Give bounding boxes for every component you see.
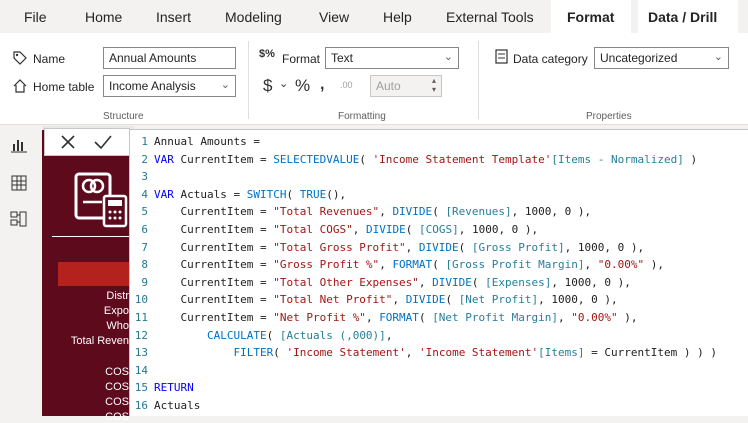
formula-bar-controls [44, 128, 130, 156]
chevron-down-icon: ⌄ [220, 79, 230, 91]
tab-external-tools[interactable]: External Tools [446, 0, 534, 33]
model-view-icon[interactable] [10, 210, 32, 232]
line-number: 3 [141, 170, 148, 184]
code-text: Annual Amounts = [154, 135, 260, 148]
line-number: 7 [141, 240, 148, 254]
format-select[interactable]: Text ⌄ [325, 47, 459, 69]
checkmark-icon[interactable] [93, 133, 113, 156]
row-label: Expo [103, 305, 129, 317]
data-category-icon [495, 49, 508, 67]
divider [52, 236, 134, 237]
row-label: Total Reven [70, 335, 129, 347]
chevron-down-icon: ⌄ [443, 51, 453, 63]
line-number: 10 [134, 293, 148, 307]
table-header [58, 262, 134, 286]
code-text: CurrentItem = "Total Other Expenses", DI… [154, 275, 631, 289]
tag-icon [12, 50, 28, 69]
code-text: VAR Actuals = SWITCH( TRUE(), [154, 187, 347, 201]
format-value: Text [331, 51, 354, 65]
row-label: Who [106, 320, 129, 332]
line-number: 1 [141, 135, 148, 148]
code-text: VAR CurrentItem = SELECTEDVALUE( 'Income… [154, 152, 698, 166]
home-icon [12, 78, 28, 97]
line-number: 5 [141, 205, 148, 219]
tab-insert[interactable]: Insert [156, 0, 191, 33]
decimal-button[interactable]: .00 [340, 80, 353, 90]
home-table-value: Income Analysis [109, 79, 196, 93]
line-number: 2 [141, 152, 148, 166]
code-text: CurrentItem = "Total Net Profit", DIVIDE… [154, 293, 618, 307]
formula-editor[interactable]: 1 Annual Amounts = 2 VAR CurrentItem = SELE… [129, 129, 748, 416]
tab-view[interactable]: View [319, 0, 349, 33]
code-text: CurrentItem = "Total Revenues", DIVIDE( … [154, 205, 592, 219]
line-number: 9 [141, 275, 148, 289]
code-text: CurrentItem = "Total COGS", DIVIDE( [COG… [154, 223, 539, 236]
format-icon: $% [259, 48, 275, 60]
code-text: RETURN [154, 381, 194, 395]
row-label: COS [105, 366, 129, 378]
tab-file[interactable]: File [24, 0, 47, 33]
formatting-group-label: Formatting [338, 111, 386, 122]
properties-group-label: Properties [586, 111, 632, 122]
data-category-select[interactable]: Uncategorized ⌄ [594, 47, 729, 69]
divider [248, 41, 249, 119]
name-label: Name [33, 52, 66, 66]
row-label: Distr [106, 290, 129, 302]
menu-bar: File Home Insert Modeling View Help Exte… [0, 0, 748, 33]
calculator-icon [72, 170, 130, 233]
line-number: 11 [134, 311, 148, 324]
code-text: CurrentItem = "Net Profit %", FORMAT( [N… [154, 311, 638, 324]
row-label: COS [105, 381, 129, 393]
line-number: 8 [141, 258, 148, 272]
data-category-label: Data category [513, 52, 588, 66]
line-number: 16 [134, 399, 148, 412]
home-table-label: Home table [33, 80, 95, 94]
line-number: 13 [134, 346, 148, 360]
tab-help[interactable]: Help [383, 0, 412, 33]
comma-button[interactable]: , [320, 76, 324, 94]
name-input[interactable]: Annual Amounts [103, 47, 236, 69]
code-text: CurrentItem = "Gross Profit %", FORMAT( … [154, 258, 664, 272]
decimal-places-input[interactable]: Auto ▴ ▾ [370, 75, 442, 97]
code-text: CALCULATE( [Actuals (,000)], [206, 328, 393, 342]
line-number: 15 [134, 381, 148, 395]
line-number: 12 [134, 328, 148, 342]
tab-home[interactable]: Home [85, 0, 122, 33]
row-label: COS [105, 396, 129, 408]
data-view-icon[interactable] [10, 174, 32, 196]
tab-modeling[interactable]: Modeling [225, 0, 282, 33]
format-label: Format [282, 52, 321, 66]
row-label: COS [105, 411, 129, 423]
tab-format[interactable]: Format [551, 0, 631, 33]
line-number: 14 [134, 363, 148, 377]
divider [478, 41, 479, 119]
close-icon[interactable] [59, 133, 77, 156]
auto-value: Auto [376, 79, 401, 93]
structure-group-label: Structure [103, 111, 144, 122]
chevron-down-icon: ⌄ [713, 51, 723, 63]
data-category-value: Uncategorized [600, 51, 678, 65]
line-number: 4 [141, 187, 148, 201]
tab-data-drill[interactable]: Data / Drill [638, 0, 738, 33]
home-table-select[interactable]: Income Analysis ⌄ [103, 75, 236, 97]
currency-button[interactable]: $ [263, 76, 272, 96]
code-text: Actuals [154, 399, 201, 412]
ribbon: Name Annual Amounts Home table Income An… [0, 33, 748, 125]
chevron-down-icon[interactable]: ⌄ [279, 77, 288, 90]
code-text: FILTER( 'Income Statement', 'Income Stat… [233, 346, 717, 360]
left-nav [0, 126, 44, 416]
spinner-icon: ▴ ▾ [431, 76, 436, 94]
report-view-icon[interactable] [10, 136, 32, 158]
code-text: CurrentItem = "Total Gross Profit", DIVI… [154, 240, 645, 254]
line-number: 6 [141, 223, 148, 236]
percent-button[interactable]: % [295, 76, 310, 96]
